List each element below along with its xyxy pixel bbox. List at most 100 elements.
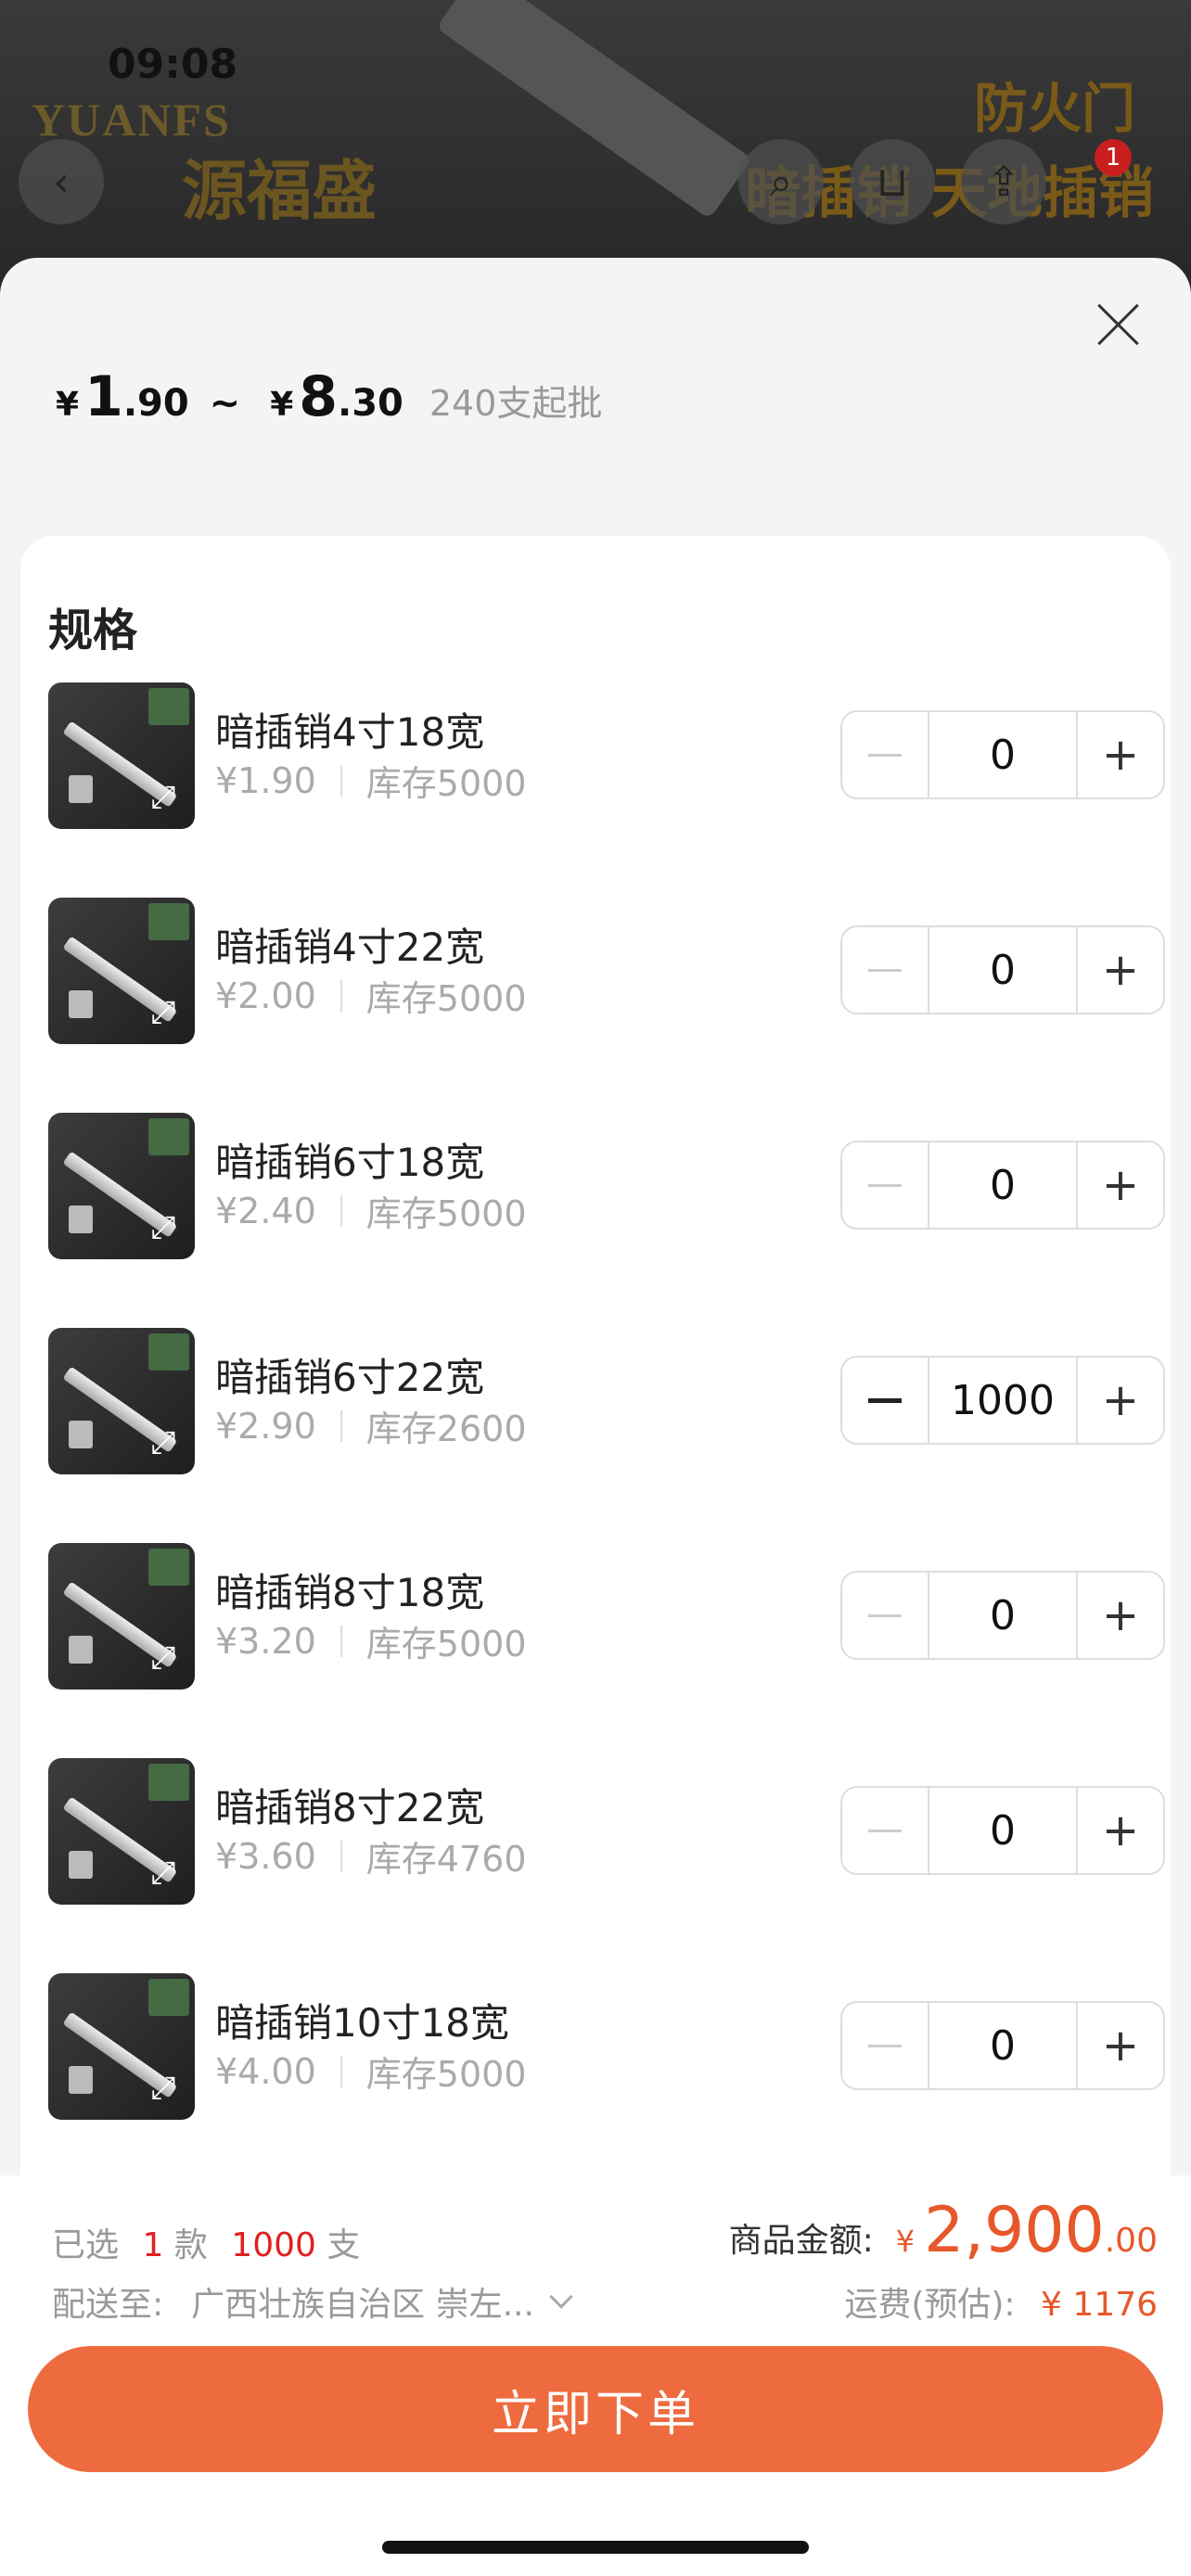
amount-label: 商品金额: bbox=[728, 2222, 874, 2260]
sku-name: 暗插销6寸22宽 bbox=[215, 1355, 485, 1400]
sku-stock: 库存5000 bbox=[365, 978, 527, 1019]
product-thumbnail[interactable]: ⤢ bbox=[48, 682, 195, 829]
ship-label: 配送至: bbox=[52, 2286, 164, 2324]
close-icon[interactable] bbox=[1091, 297, 1146, 352]
brand-logo-cn: 源福盛 bbox=[182, 153, 377, 229]
spec-title: 规格 bbox=[48, 605, 138, 657]
expand-icon[interactable]: ⤢ bbox=[145, 1424, 182, 1461]
freight-label: 运费(预估): bbox=[844, 2286, 1016, 2324]
increase-button[interactable]: + bbox=[1076, 1142, 1163, 1228]
increase-button[interactable]: + bbox=[1076, 1573, 1163, 1658]
price-range: ¥ 1 .90 ~ ¥ 8 .30 240支起批 bbox=[56, 364, 602, 429]
product-thumbnail[interactable]: ⤢ bbox=[48, 1113, 195, 1259]
sku-meta: ¥1.90 库存5000 bbox=[215, 755, 527, 806]
cart-badge: 1 bbox=[1095, 139, 1132, 176]
quantity-stepper: 0 + bbox=[840, 1571, 1165, 1660]
sku-price: ¥4.00 bbox=[215, 2050, 316, 2092]
quantity-input[interactable]: 1000 bbox=[929, 1358, 1076, 1443]
quantity-input[interactable]: 0 bbox=[929, 712, 1076, 797]
expand-icon[interactable]: ⤢ bbox=[145, 779, 182, 816]
order-summary-bar: 已选 1 款 1000 支 配送至: 广西壮族自治区 崇左... 商品金额: ¥… bbox=[0, 2175, 1191, 2576]
list-item: ⤢ 暗插销8寸22宽 ¥3.60 库存4760 0 + bbox=[48, 1758, 1165, 1906]
share-icon[interactable]: ⇪ bbox=[961, 139, 1046, 224]
expand-icon[interactable]: ⤢ bbox=[145, 1855, 182, 1892]
product-thumbnail[interactable]: ⤢ bbox=[48, 1758, 195, 1905]
min-order-qty: 240支起批 bbox=[429, 383, 603, 424]
product-thumbnail[interactable]: ⤢ bbox=[48, 1973, 195, 2120]
decrease-button[interactable] bbox=[842, 2003, 929, 2088]
status-time: 09:08 bbox=[108, 41, 238, 88]
sku-price: ¥2.90 bbox=[215, 1405, 316, 1447]
amount-total: 商品金额: ¥ 2,900 .00 bbox=[729, 2194, 1158, 2267]
quantity-input[interactable]: 0 bbox=[929, 1788, 1076, 1873]
sku-name: 暗插销8寸18宽 bbox=[215, 1570, 485, 1615]
decrease-button[interactable] bbox=[842, 712, 929, 797]
expand-icon[interactable]: ⤢ bbox=[145, 1639, 182, 1677]
price-low-int: 1 bbox=[84, 364, 123, 429]
increase-button[interactable]: + bbox=[1076, 927, 1163, 1013]
quantity-stepper: 0 + bbox=[840, 925, 1165, 1014]
divider bbox=[339, 1625, 342, 1657]
expand-icon[interactable]: ⤢ bbox=[145, 994, 182, 1031]
shipping-address[interactable]: 配送至: 广西壮族自治区 崇左... bbox=[52, 2277, 573, 2326]
sku-name: 暗插销4寸22宽 bbox=[215, 925, 485, 970]
quantity-stepper: 0 + bbox=[840, 1141, 1165, 1230]
quantity-input[interactable]: 0 bbox=[929, 1573, 1076, 1658]
price-currency: ¥ bbox=[270, 386, 294, 424]
increase-button[interactable]: + bbox=[1076, 2003, 1163, 2088]
quantity-stepper: 0 + bbox=[840, 710, 1165, 799]
decrease-button[interactable] bbox=[842, 1358, 929, 1443]
sku-price: ¥3.60 bbox=[215, 1835, 316, 1877]
increase-button[interactable]: + bbox=[1076, 1358, 1163, 1443]
product-thumbnail[interactable]: ⤢ bbox=[48, 1543, 195, 1690]
decrease-button[interactable] bbox=[842, 927, 929, 1013]
sku-stock: 库存4760 bbox=[365, 1839, 527, 1880]
price-low-dec: .90 bbox=[122, 382, 189, 425]
quantity-input[interactable]: 0 bbox=[929, 927, 1076, 1013]
price-currency: ¥ bbox=[56, 386, 80, 424]
back-icon[interactable]: ‹ bbox=[19, 139, 104, 224]
increase-button[interactable]: + bbox=[1076, 1788, 1163, 1873]
list-item: ⤢ 暗插销10寸18宽 ¥4.00 库存5000 0 + bbox=[48, 1973, 1165, 2122]
expand-icon[interactable]: ⤢ bbox=[145, 1209, 182, 1246]
decrease-button[interactable] bbox=[842, 1573, 929, 1658]
sku-price: ¥2.40 bbox=[215, 1190, 316, 1231]
product-image-pin bbox=[436, 0, 752, 220]
sku-stock: 库存5000 bbox=[365, 1624, 527, 1664]
sku-meta: ¥2.90 库存2600 bbox=[215, 1400, 527, 1451]
price-high-dec: .30 bbox=[338, 382, 403, 425]
selected-qty: 1000 bbox=[231, 2226, 316, 2264]
sku-name: 暗插销10寸18宽 bbox=[215, 2000, 509, 2046]
product-thumbnail[interactable]: ⤢ bbox=[48, 1328, 195, 1474]
quantity-stepper: 0 + bbox=[840, 2001, 1165, 2090]
sku-meta: ¥4.00 库存5000 bbox=[215, 2046, 527, 2097]
sku-meta: ¥3.60 库存4760 bbox=[215, 1830, 527, 1881]
decrease-button[interactable] bbox=[842, 1142, 929, 1228]
product-thumbnail[interactable]: ⤢ bbox=[48, 898, 195, 1044]
decrease-button[interactable] bbox=[842, 1788, 929, 1873]
divider bbox=[339, 764, 342, 797]
list-item: ⤢ 暗插销4寸22宽 ¥2.00 库存5000 0 + bbox=[48, 898, 1165, 1046]
quantity-input[interactable]: 0 bbox=[929, 1142, 1076, 1228]
selected-qty-unit: 支 bbox=[327, 2226, 361, 2264]
cart-icon[interactable]: ⊔ bbox=[850, 139, 935, 224]
search-icon[interactable]: ⌕ bbox=[738, 139, 824, 224]
banner-title-1: 防火门 bbox=[973, 77, 1135, 140]
increase-button[interactable]: + bbox=[1076, 712, 1163, 797]
expand-icon[interactable]: ⤢ bbox=[145, 2070, 182, 2107]
divider bbox=[339, 2055, 342, 2087]
sku-stock: 库存5000 bbox=[365, 1193, 527, 1234]
home-indicator bbox=[382, 2541, 809, 2554]
sku-meta: ¥2.00 库存5000 bbox=[215, 970, 527, 1021]
order-now-button[interactable]: 立即下单 bbox=[28, 2346, 1163, 2472]
quantity-stepper: 0 + bbox=[840, 1786, 1165, 1875]
list-item: ⤢ 暗插销6寸22宽 ¥2.90 库存2600 1000 + bbox=[48, 1328, 1165, 1476]
list-item: ⤢ 暗插销8寸18宽 ¥3.20 库存5000 0 + bbox=[48, 1543, 1165, 1691]
sku-stock: 库存2600 bbox=[365, 1409, 527, 1449]
selected-unit: 款 bbox=[173, 2226, 208, 2264]
divider bbox=[339, 1409, 342, 1442]
quantity-input[interactable]: 0 bbox=[929, 2003, 1076, 2088]
divider bbox=[339, 1840, 342, 1872]
list-item: ⤢ 暗插销6寸18宽 ¥2.40 库存5000 0 + bbox=[48, 1113, 1165, 1261]
sku-price: ¥2.00 bbox=[215, 975, 316, 1016]
